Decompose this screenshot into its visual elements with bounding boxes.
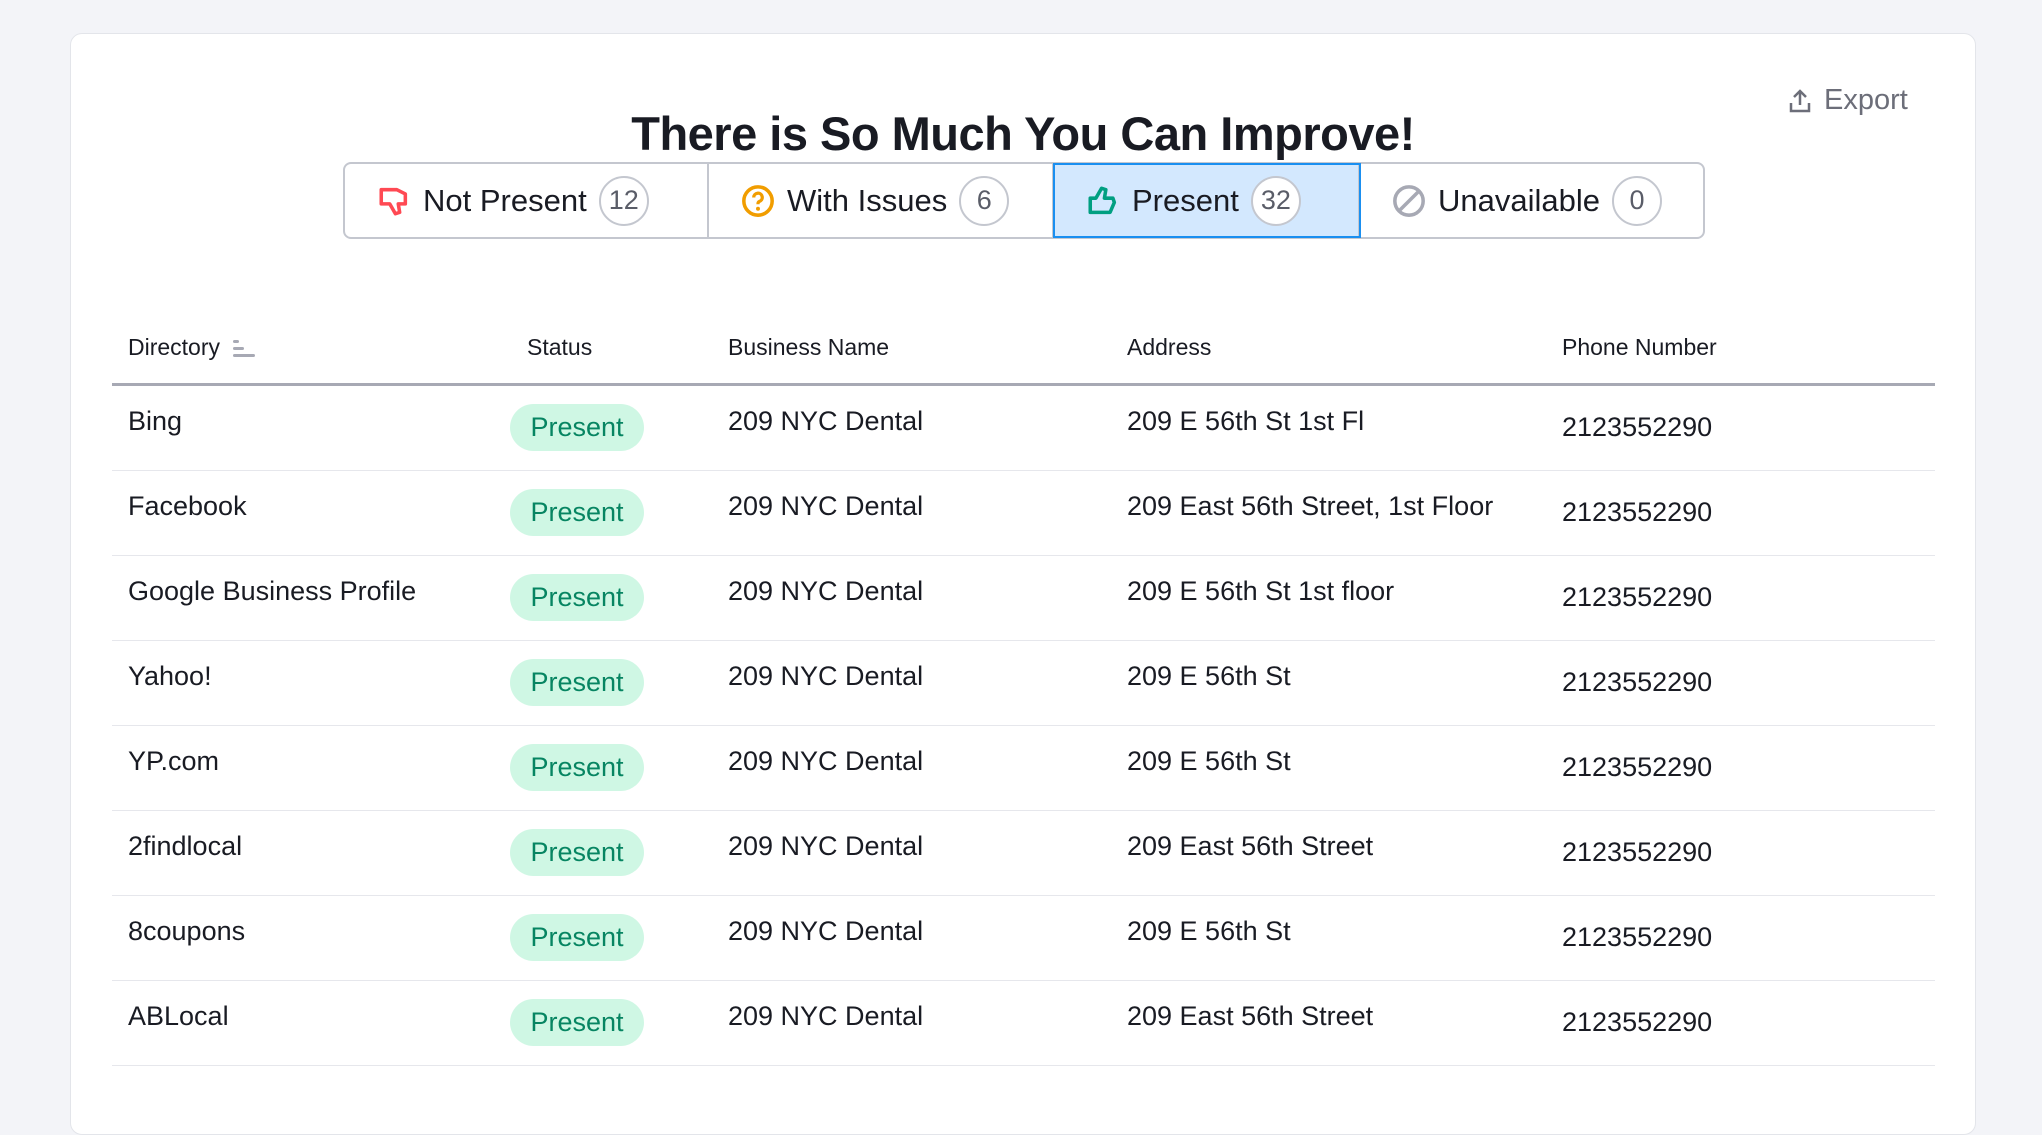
address: 209 E 56th St: [1127, 661, 1291, 691]
tab-label: Not Present: [423, 182, 587, 218]
phone-number: 2123552290: [1562, 837, 1713, 867]
tab-label: With Issues: [787, 182, 948, 218]
tab-count: 32: [1250, 175, 1301, 226]
table-header: Directory Status Business Name Address P…: [112, 290, 1935, 386]
address: 209 East 56th Street: [1127, 1001, 1374, 1031]
status-badge: Present: [510, 659, 644, 706]
business-name: 209 NYC Dental: [728, 406, 924, 436]
status-badge: Present: [510, 914, 644, 961]
phone-number: 2123552290: [1562, 752, 1713, 782]
status-badge: Present: [510, 999, 644, 1046]
export-icon: [1789, 88, 1811, 112]
export-button[interactable]: Export: [1788, 84, 1908, 117]
tab-unavailable[interactable]: Unavailable 0: [1360, 164, 1703, 237]
listing-card: There is So Much You Can Improve! Export…: [70, 33, 1976, 1135]
header-address: Address: [1127, 334, 1212, 360]
tab-count: 0: [1612, 175, 1662, 226]
phone-number: 2123552290: [1562, 667, 1713, 697]
thumbs-up-icon: [1088, 185, 1117, 214]
table-row: Facebook Present 209 NYC Dental 209 East…: [112, 471, 1935, 556]
header-phone: Phone Number: [1562, 334, 1717, 360]
tab-count: 12: [598, 175, 649, 226]
tab-label: Unavailable: [1438, 182, 1600, 218]
tab-present[interactable]: Present 32: [1053, 163, 1361, 238]
sort-icon[interactable]: [232, 338, 256, 358]
header-business-name: Business Name: [728, 334, 890, 360]
card-title: There is So Much You Can Improve!: [631, 107, 1415, 160]
directory-table: Directory Status Business Name Address P…: [112, 290, 1935, 1066]
business-name: 209 NYC Dental: [728, 491, 924, 521]
header-directory[interactable]: Directory: [128, 334, 256, 361]
phone-number: 2123552290: [1562, 412, 1713, 442]
question-circle-icon: [742, 184, 774, 217]
business-name: 209 NYC Dental: [728, 661, 924, 691]
status-badge: Present: [510, 489, 644, 536]
phone-number: 2123552290: [1562, 497, 1713, 527]
header-label: Directory: [128, 334, 221, 360]
directory-name: 8coupons: [128, 916, 246, 946]
status-badge: Present: [510, 404, 644, 451]
directory-name: Yahoo!: [128, 661, 212, 691]
table-row: Google Business Profile Present 209 NYC …: [112, 556, 1935, 641]
directory-name: Google Business Profile: [128, 576, 417, 606]
tab-label: Present: [1132, 182, 1239, 218]
directory-name: Bing: [128, 406, 183, 436]
table-row: ABLocal Present 209 NYC Dental 209 East …: [112, 981, 1935, 1066]
export-label: Export: [1824, 84, 1908, 116]
business-name: 209 NYC Dental: [728, 1001, 924, 1031]
tab-not-present[interactable]: Not Present 12: [345, 164, 709, 237]
thumbs-down-icon: [379, 187, 408, 216]
address: 209 E 56th St 1st Fl: [1127, 406, 1365, 436]
business-name: 209 NYC Dental: [728, 576, 924, 606]
address: 209 East 56th Street, 1st Floor: [1127, 491, 1494, 521]
header-status: Status: [527, 334, 593, 360]
address: 209 E 56th St: [1127, 746, 1291, 776]
business-name: 209 NYC Dental: [728, 746, 924, 776]
table-row: 2findlocal Present 209 NYC Dental 209 Ea…: [112, 811, 1935, 896]
business-name: 209 NYC Dental: [728, 916, 924, 946]
status-badge: Present: [510, 744, 644, 791]
tab-count: 6: [959, 175, 1010, 226]
tab-with-issues[interactable]: With Issues 6: [709, 164, 1054, 237]
address: 209 E 56th St: [1127, 916, 1291, 946]
status-badge: Present: [510, 829, 644, 876]
table-row: YP.com Present 209 NYC Dental 209 E 56th…: [112, 726, 1935, 811]
phone-number: 2123552290: [1562, 1007, 1713, 1037]
directory-name: 2findlocal: [128, 831, 243, 861]
directory-name: ABLocal: [128, 1001, 229, 1031]
address: 209 E 56th St 1st floor: [1127, 576, 1395, 606]
phone-number: 2123552290: [1562, 922, 1713, 952]
directory-name: YP.com: [128, 746, 220, 776]
address: 209 East 56th Street: [1127, 831, 1374, 861]
business-name: 209 NYC Dental: [728, 831, 924, 861]
table-row: Bing Present 209 NYC Dental 209 E 56th S…: [112, 386, 1935, 471]
phone-number: 2123552290: [1562, 582, 1713, 612]
status-badge: Present: [510, 574, 644, 621]
unavailable-icon: [1393, 184, 1425, 217]
directory-name: Facebook: [128, 491, 247, 521]
table-row: Yahoo! Present 209 NYC Dental 209 E 56th…: [112, 641, 1935, 726]
status-tabs: Not Present 12 With Issues 6 Present 32 …: [343, 162, 1705, 239]
table-row: 8coupons Present 209 NYC Dental 209 E 56…: [112, 896, 1935, 981]
